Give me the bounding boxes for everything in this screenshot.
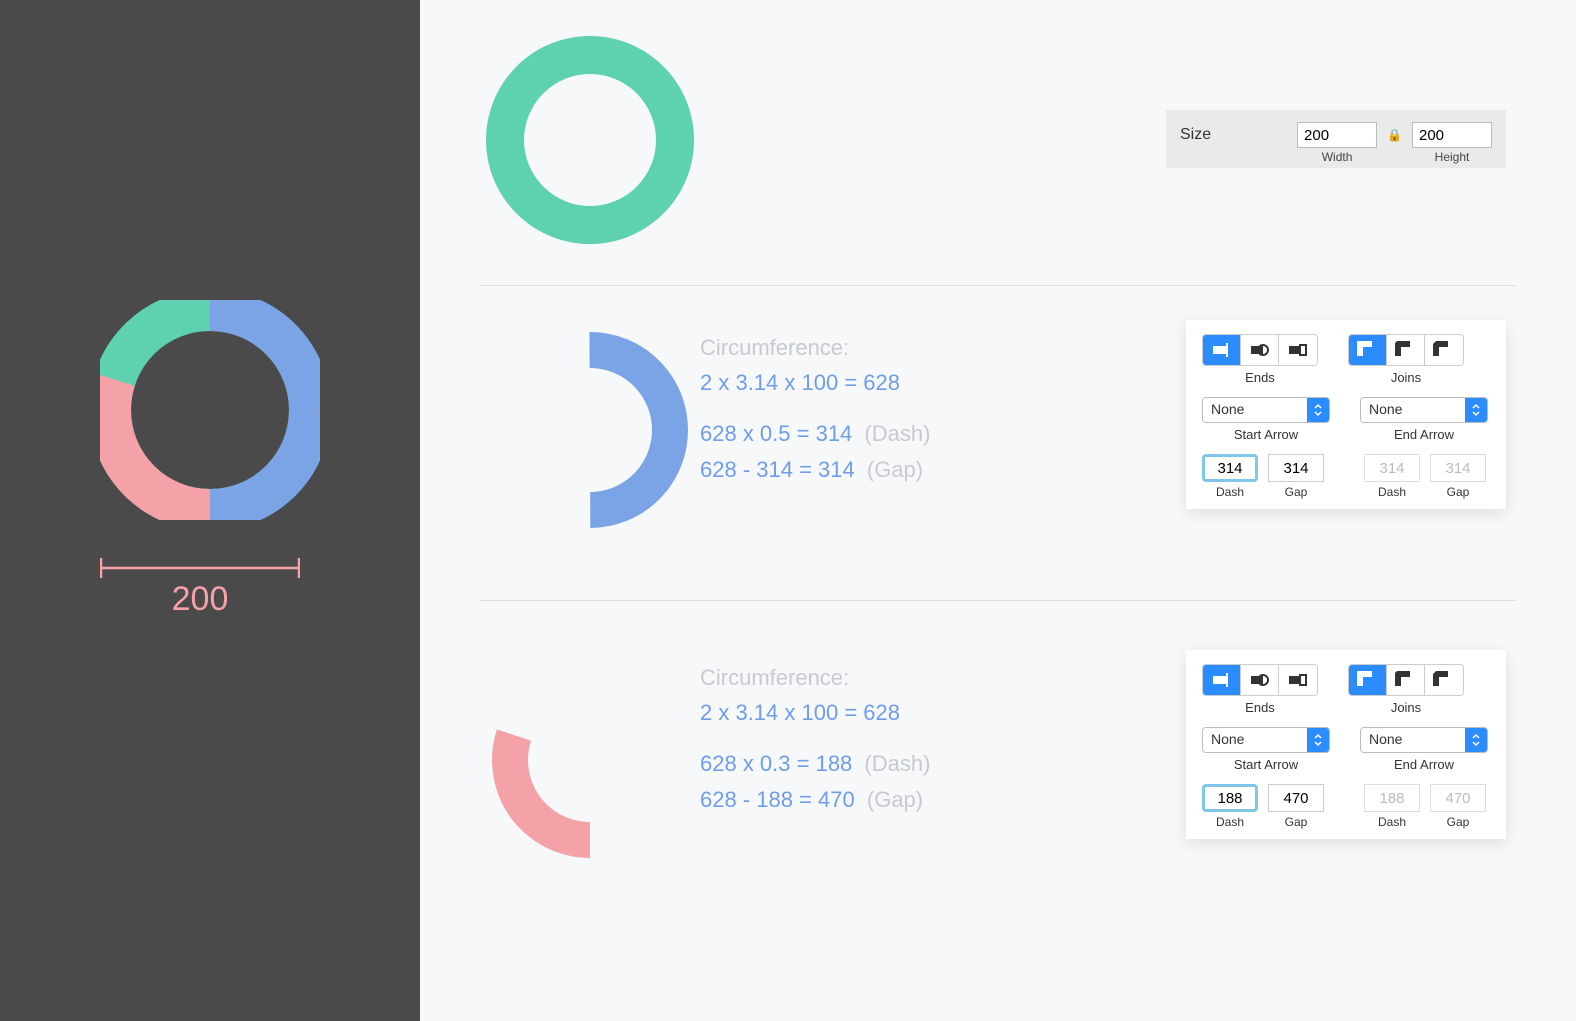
dash1-input-pink[interactable] — [1202, 784, 1258, 812]
arc-pink — [490, 660, 690, 860]
start-arrow-label-blue: Start Arrow — [1234, 427, 1298, 442]
end-round-button[interactable] — [1241, 335, 1279, 365]
height-sublabel: Height — [1435, 150, 1470, 164]
border-inspector-blue: Ends Joins — [1186, 320, 1506, 509]
dash-label: Dash — [1216, 485, 1244, 499]
height-input[interactable] — [1412, 122, 1492, 148]
joins-seg-pink — [1348, 664, 1464, 696]
gap-tag-blue: (Gap) — [867, 457, 923, 482]
end-butt-button[interactable] — [1203, 335, 1241, 365]
circ-label-pink: Circumference: — [700, 660, 1070, 695]
join-round-button[interactable] — [1387, 665, 1425, 695]
width-input[interactable] — [1297, 122, 1377, 148]
dash-tag-blue: (Dash) — [864, 421, 930, 446]
calc-pink: Circumference: 2 x 3.14 x 100 = 628 628 … — [700, 660, 1070, 817]
gap-formula-blue: 628 - 314 = 314 — [700, 457, 855, 482]
gap2-input-blue[interactable] — [1430, 454, 1486, 482]
calc-blue: Circumference: 2 x 3.14 x 100 = 628 628 … — [700, 330, 1070, 487]
circ-label-blue: Circumference: — [700, 330, 1070, 365]
dash1-input-blue[interactable] — [1202, 454, 1258, 482]
dash-label: Dash — [1378, 815, 1406, 829]
joins-label-blue: Joins — [1391, 370, 1421, 385]
gap-tag-pink: (Gap) — [867, 787, 923, 812]
gap-formula-pink: 628 - 188 = 470 — [700, 787, 855, 812]
start-arrow-select-blue[interactable]: None — [1202, 397, 1330, 423]
gap-label: Gap — [1447, 485, 1470, 499]
end-round-button[interactable] — [1241, 665, 1279, 695]
size-inspector-panel: Size Width 🔒 Height — [1166, 110, 1506, 168]
join-bevel-button[interactable] — [1425, 665, 1463, 695]
end-butt-button[interactable] — [1203, 665, 1241, 695]
full-ring-teal — [480, 30, 700, 255]
join-bevel-button[interactable] — [1425, 335, 1463, 365]
join-round-button[interactable] — [1387, 335, 1425, 365]
sidebar: 200 — [0, 0, 420, 1021]
chevron-updown-icon — [1465, 398, 1487, 422]
join-miter-button[interactable] — [1349, 665, 1387, 695]
divider-2 — [480, 600, 1516, 601]
end-square-button[interactable] — [1279, 665, 1317, 695]
dash-label: Dash — [1378, 485, 1406, 499]
gap1-input-pink[interactable] — [1268, 784, 1324, 812]
chevron-updown-icon — [1307, 398, 1329, 422]
circ-formula-blue: 2 x 3.14 x 100 = 628 — [700, 365, 1070, 400]
gap-label: Gap — [1447, 815, 1470, 829]
end-arrow-select-blue[interactable]: None — [1360, 397, 1488, 423]
main-pane: Size Width 🔒 Height Circumference: 2 x 3… — [420, 0, 1576, 1021]
dash2-input-blue[interactable] — [1364, 454, 1420, 482]
gap1-input-blue[interactable] — [1268, 454, 1324, 482]
start-arrow-label-pink: Start Arrow — [1234, 757, 1298, 772]
end-arrow-label-pink: End Arrow — [1394, 757, 1454, 772]
size-label: Size — [1180, 122, 1220, 144]
lock-icon[interactable]: 🔒 — [1387, 122, 1402, 142]
border-inspector-pink: Ends Joins — [1186, 650, 1506, 839]
divider-1 — [480, 285, 1516, 286]
width-sublabel: Width — [1322, 150, 1353, 164]
ends-label-pink: Ends — [1245, 700, 1275, 715]
dimension-value: 200 — [100, 580, 300, 619]
chevron-updown-icon — [1465, 728, 1487, 752]
end-square-button[interactable] — [1279, 335, 1317, 365]
ends-seg-blue — [1202, 334, 1318, 366]
ends-label-blue: Ends — [1245, 370, 1275, 385]
start-arrow-select-pink[interactable]: None — [1202, 727, 1330, 753]
ends-seg-pink — [1202, 664, 1318, 696]
join-miter-button[interactable] — [1349, 335, 1387, 365]
dash-label: Dash — [1216, 815, 1244, 829]
gap-label: Gap — [1285, 815, 1308, 829]
arc-blue — [490, 330, 690, 530]
end-arrow-label-blue: End Arrow — [1394, 427, 1454, 442]
dash-formula-pink: 628 x 0.3 = 188 — [700, 751, 852, 776]
donut-chart — [100, 300, 320, 520]
chevron-updown-icon — [1307, 728, 1329, 752]
gap-label: Gap — [1285, 485, 1308, 499]
gap2-input-pink[interactable] — [1430, 784, 1486, 812]
joins-label-pink: Joins — [1391, 700, 1421, 715]
circ-formula-pink: 2 x 3.14 x 100 = 628 — [700, 695, 1070, 730]
dash-formula-blue: 628 x 0.5 = 314 — [700, 421, 852, 446]
dash2-input-pink[interactable] — [1364, 784, 1420, 812]
dash-tag-pink: (Dash) — [864, 751, 930, 776]
end-arrow-select-pink[interactable]: None — [1360, 727, 1488, 753]
joins-seg-blue — [1348, 334, 1464, 366]
